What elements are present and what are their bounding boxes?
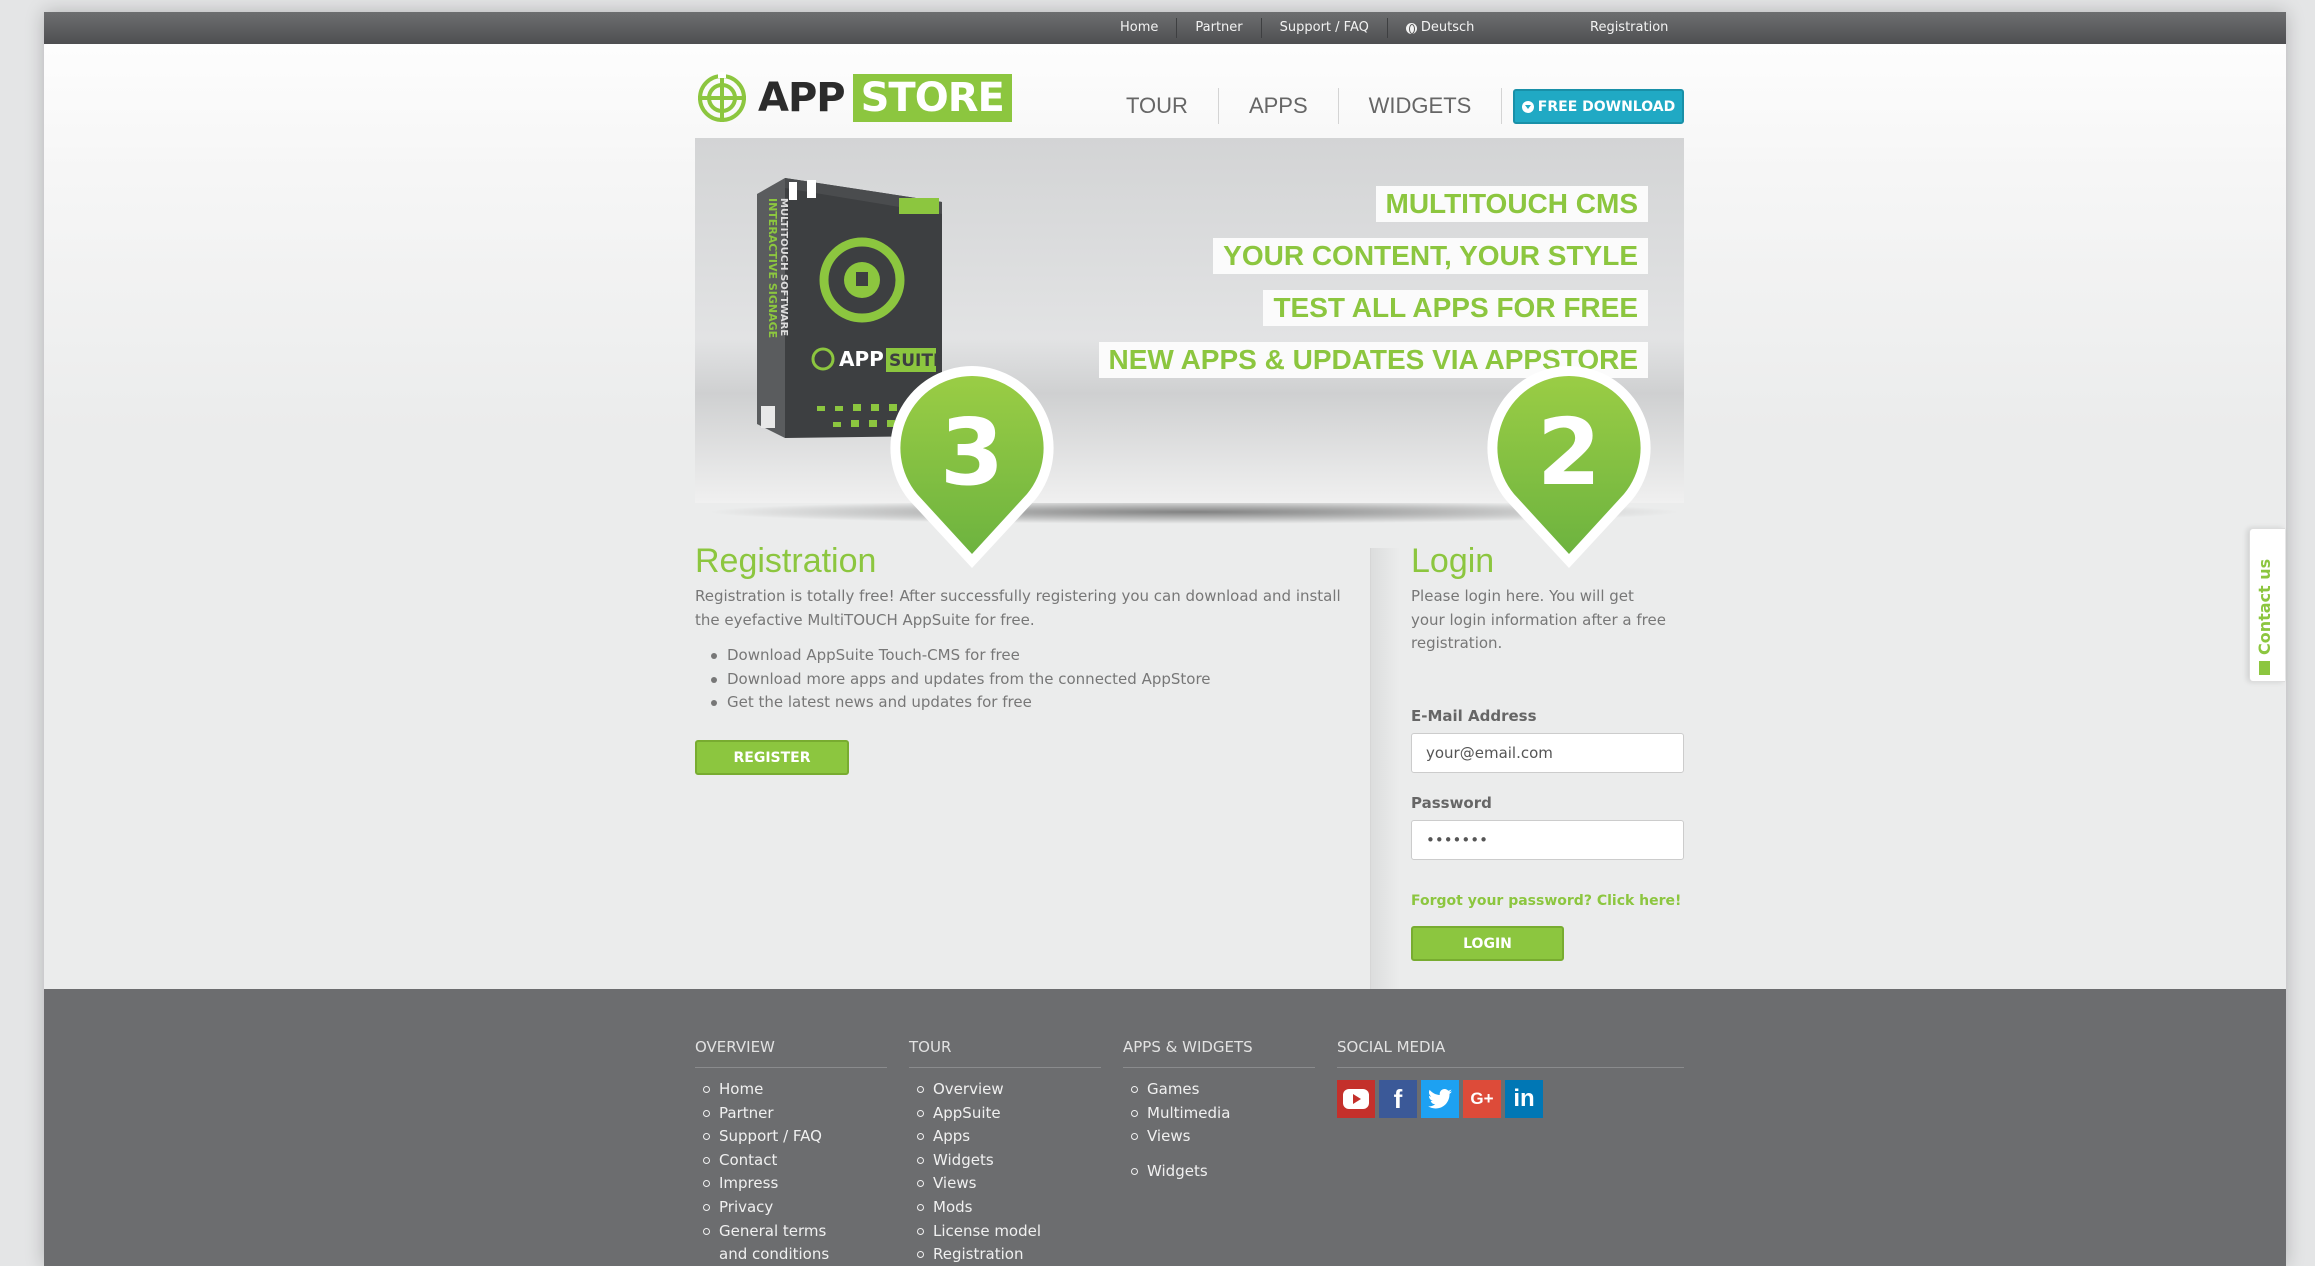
logo-globe-icon [698, 72, 746, 122]
footer-link[interactable]: Impress [695, 1172, 887, 1196]
logo-app-text: APP [758, 75, 846, 121]
footer-link[interactable]: Home [695, 1078, 887, 1102]
nav-tour[interactable]: TOUR [1096, 88, 1219, 124]
login-text: Please login here. You will get your log… [1411, 587, 1666, 652]
top-link-registration[interactable]: Registration [1572, 18, 1686, 38]
top-bar: Home Partner Support / FAQ Deutsch Regis… [44, 12, 2286, 44]
top-link-language[interactable]: Deutsch [1388, 18, 1493, 38]
footer-link[interactable]: License model [909, 1220, 1101, 1244]
language-label: Deutsch [1420, 20, 1475, 35]
free-download-label: FREE DOWNLOAD [1537, 98, 1676, 115]
footer-link[interactable]: Contact [695, 1149, 887, 1173]
footer-link[interactable]: Overview [909, 1078, 1101, 1102]
footer-link[interactable]: Apps [909, 1125, 1101, 1149]
password-field[interactable]: ••••••• [1411, 820, 1684, 860]
footer-link[interactable]: Partner [695, 1102, 887, 1126]
footer-link[interactable]: General terms and conditions [695, 1220, 845, 1266]
box-side-text-2: MULTITOUCH SOFTWARE [778, 198, 789, 336]
google-plus-icon[interactable]: G+ [1463, 1080, 1501, 1118]
social-icons: f G+ in [1337, 1080, 1684, 1118]
footer-link[interactable]: Views [1123, 1125, 1315, 1149]
banner-your-content: YOUR CONTENT, YOUR STYLE [1213, 238, 1648, 274]
footer-tour-title: TOUR [909, 1038, 1101, 1068]
password-label: Password [1411, 794, 1492, 812]
download-icon [1521, 100, 1534, 113]
list-item: Download more apps and updates from the … [695, 668, 1345, 692]
main-nav: TOUR APPS WIDGETS [1096, 86, 1503, 126]
top-link-partner[interactable]: Partner [1177, 18, 1262, 38]
registration-text: Registration is totally free! After succ… [695, 587, 1341, 629]
contact-us-content: Contact us [2255, 559, 2274, 675]
footer-link[interactable]: Multimedia [1123, 1102, 1315, 1126]
pin-2-number: 2 [1537, 399, 1601, 506]
footer-link[interactable]: Widgets [909, 1149, 1101, 1173]
footer-link[interactable]: Mods [909, 1196, 1101, 1220]
footer-tour: TOUR Overview AppSuite Apps Widgets View… [909, 1038, 1101, 1266]
forgot-password-link[interactable]: Forgot your password? Click here! [1411, 893, 1681, 909]
footer-link[interactable]: Support / FAQ [695, 1125, 887, 1149]
section-divider [1370, 548, 1400, 1002]
registration-section: Registration Registration is totally fre… [695, 542, 1345, 715]
nav-widgets[interactable]: WIDGETS [1339, 88, 1503, 124]
footer-overview-title: OVERVIEW [695, 1038, 887, 1068]
contact-us-tab[interactable]: Contact us [2249, 528, 2285, 682]
step-2-pin: 2 [1487, 366, 1651, 568]
login-title: Login [1411, 542, 1495, 580]
twitter-icon[interactable] [1421, 1080, 1459, 1118]
contact-us-label: Contact us [2255, 558, 2274, 655]
linkedin-icon[interactable]: in [1505, 1080, 1543, 1118]
top-registration: Registration [1572, 12, 1686, 44]
footer-overview: OVERVIEW Home Partner Support / FAQ Cont… [695, 1038, 887, 1266]
footer-social-title: SOCIAL MEDIA [1337, 1038, 1684, 1068]
footer-link[interactable]: Widgets [1123, 1160, 1315, 1184]
page-frame: Home Partner Support / FAQ Deutsch Regis… [44, 12, 2286, 1266]
email-field[interactable]: your@email.com [1411, 733, 1684, 773]
globe-icon [1405, 22, 1417, 34]
footer-link[interactable]: AppSuite [909, 1102, 1101, 1126]
registration-title: Registration [695, 542, 877, 580]
pin-3-number: 3 [940, 399, 1004, 506]
footer-link[interactable]: Privacy [695, 1196, 887, 1220]
email-label: E-Mail Address [1411, 707, 1537, 725]
footer-apps-widgets: APPS & WIDGETS Games Multimedia Views Wi… [1123, 1038, 1315, 1183]
login-button[interactable]: LOGIN [1411, 926, 1564, 961]
list-item: Get the latest news and updates for free [695, 691, 1345, 715]
youtube-icon[interactable] [1337, 1080, 1375, 1118]
top-link-home[interactable]: Home [1102, 18, 1178, 38]
free-download-button[interactable]: FREE DOWNLOAD [1513, 89, 1684, 124]
facebook-icon[interactable]: f [1379, 1080, 1417, 1118]
registration-benefits: Download AppSuite Touch-CMS for free Dow… [695, 644, 1345, 715]
logo[interactable]: APP STORE [696, 68, 1012, 128]
box-logo-app: APP [839, 347, 884, 371]
list-item: Download AppSuite Touch-CMS for free [695, 644, 1345, 668]
nav-apps[interactable]: APPS [1219, 88, 1339, 124]
envelope-icon [2259, 661, 2270, 675]
banner-multitouch-cms: MULTITOUCH CMS [1375, 186, 1648, 222]
top-nav: Home Partner Support / FAQ Deutsch [1102, 12, 1492, 44]
register-button[interactable]: REGISTER [695, 740, 849, 775]
top-link-support[interactable]: Support / FAQ [1262, 18, 1388, 38]
footer-link[interactable]: Registration [909, 1243, 1101, 1266]
footer-apps-title: APPS & WIDGETS [1123, 1038, 1315, 1068]
logo-store-text: STORE [852, 74, 1012, 122]
footer-social: SOCIAL MEDIA f G+ in [1337, 1038, 1684, 1118]
banner-test-apps: TEST ALL APPS FOR FREE [1263, 290, 1648, 326]
login-section: Login Please login here. You will get yo… [1411, 542, 1691, 656]
footer-link[interactable]: Games [1123, 1078, 1315, 1102]
step-3-pin: 3 [890, 366, 1054, 568]
footer-link[interactable]: Views [909, 1172, 1101, 1196]
box-side-text: INTERACTIVE SIGNAGE [766, 198, 779, 338]
